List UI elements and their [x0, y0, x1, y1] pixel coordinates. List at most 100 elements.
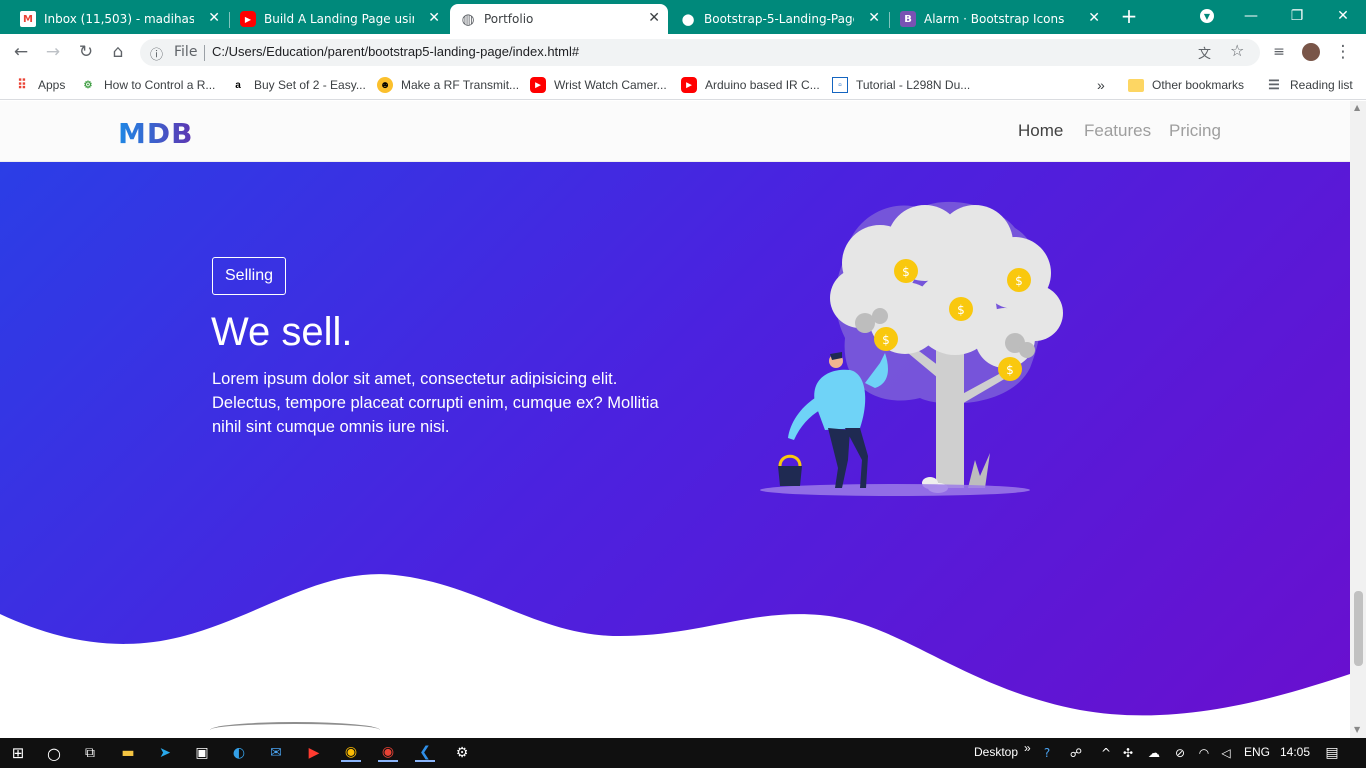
tab-youtube-landing[interactable]: ▶ Build A Landing Page using B ✕: [230, 4, 448, 34]
scroll-up-icon[interactable]: ▲: [1354, 103, 1360, 112]
reading-list-label: Reading list: [1290, 78, 1353, 92]
tray-app-icon[interactable]: ✣: [1118, 744, 1138, 762]
back-icon[interactable]: ←: [10, 41, 32, 63]
telegram-icon[interactable]: ➤: [155, 744, 175, 762]
bookmark-label: Apps: [38, 78, 66, 92]
youtube-icon: ▶: [681, 77, 697, 93]
other-bookmarks[interactable]: Other bookmarks: [1128, 76, 1244, 94]
file-explorer-icon[interactable]: ▬: [118, 744, 138, 762]
web-page-viewport: MDB Home Features Pricing Selling We sel…: [0, 101, 1350, 738]
chrome-secondary-icon[interactable]: ◉: [378, 744, 398, 762]
instructables-icon: ☻: [377, 77, 393, 93]
tab-bootstrap-icons[interactable]: B Alarm · Bootstrap Icons ✕: [890, 4, 1108, 34]
restore-button[interactable]: ❐: [1274, 0, 1320, 32]
bookmark-label: Arduino based IR C...: [705, 78, 820, 92]
tab-title: Alarm · Bootstrap Icons: [924, 12, 1065, 26]
close-icon[interactable]: ✕: [648, 10, 660, 26]
translate-icon[interactable]: 文: [1198, 43, 1211, 62]
tab-gmail[interactable]: M Inbox (11,503) - madihashaikh ✕: [10, 4, 228, 34]
wave-divider: [0, 574, 1350, 738]
mail-icon[interactable]: ✉: [266, 744, 286, 762]
bookmarks-overflow-button[interactable]: »: [1097, 76, 1105, 94]
hero-section: Selling We sell. Lorem ipsum dolor sit a…: [0, 162, 1350, 738]
star-icon[interactable]: ☆: [1230, 41, 1244, 60]
bookmark-label: How to Control a R...: [104, 78, 216, 92]
task-view-icon[interactable]: ⧉: [80, 744, 100, 762]
site-logo[interactable]: MDB: [118, 117, 193, 150]
address-divider: [204, 45, 205, 61]
globe-icon: ◍: [461, 10, 475, 28]
network-off-icon[interactable]: ⊘: [1170, 744, 1190, 762]
site-navbar: MDB Home Features Pricing: [0, 101, 1350, 162]
address-bar[interactable]: ⓘ File C:/Users/Education/parent/bootstr…: [140, 39, 1260, 66]
bookmark-label: Make a RF Transmit...: [401, 78, 520, 92]
bookmark-item[interactable]: ▫ Tutorial - L298N Du...: [832, 76, 970, 94]
next-section-heading-fragment: [210, 722, 380, 738]
tab-portfolio[interactable]: ◍ Portfolio ✕: [450, 4, 668, 34]
bookmark-item[interactable]: ▶ Arduino based IR C...: [681, 76, 820, 94]
close-icon[interactable]: ✕: [428, 10, 440, 26]
minimize-button[interactable]: —: [1228, 0, 1274, 32]
search-icon[interactable]: ○: [44, 744, 64, 763]
close-window-button[interactable]: ✕: [1320, 0, 1366, 32]
new-tab-button[interactable]: +: [1110, 0, 1148, 32]
chrome-icon[interactable]: ◉: [341, 744, 361, 762]
people-icon[interactable]: ☍: [1066, 744, 1086, 762]
scrollbar-thumb[interactable]: [1354, 591, 1363, 666]
profile-avatar[interactable]: [1300, 41, 1322, 63]
bookmark-apps[interactable]: ⠿ Apps: [14, 76, 65, 94]
tab-title: Build A Landing Page using B: [264, 12, 414, 26]
home-icon[interactable]: ⌂: [107, 41, 129, 63]
clock[interactable]: 14:05: [1280, 745, 1310, 759]
nav-features[interactable]: Features: [1084, 121, 1151, 141]
notifications-icon[interactable]: ▤: [1322, 744, 1342, 762]
media-player-icon[interactable]: ▶: [304, 744, 324, 762]
bookmark-item[interactable]: a Buy Set of 2 - Easy...: [230, 76, 366, 94]
info-icon[interactable]: ⓘ: [150, 44, 163, 63]
nav-home[interactable]: Home: [1018, 121, 1063, 141]
scroll-down-icon[interactable]: ▼: [1354, 725, 1360, 734]
vscode-icon[interactable]: ❮: [415, 744, 435, 762]
store-icon[interactable]: ▣: [192, 744, 212, 762]
bookmark-item[interactable]: ▶ Wrist Watch Camer...: [530, 76, 667, 94]
menu-kebab-icon[interactable]: ⋮: [1332, 41, 1354, 63]
youtube-icon: ▶: [530, 77, 546, 93]
bootstrap-icon: B: [900, 11, 916, 27]
tab-title: Bootstrap-5-Landing-Page-Te: [704, 12, 854, 26]
chevron-up-icon[interactable]: ^: [1096, 744, 1116, 762]
reload-icon[interactable]: ↻: [75, 41, 97, 63]
close-icon[interactable]: ✕: [868, 10, 880, 26]
windows-start-icon[interactable]: ⊞: [8, 744, 28, 762]
settings-gear-icon[interactable]: ⚙: [452, 744, 472, 762]
wifi-icon[interactable]: ◠: [1194, 744, 1214, 762]
desktop-toolbar-label[interactable]: Desktop: [974, 745, 1018, 759]
reading-list[interactable]: ☰ Reading list: [1266, 76, 1353, 94]
help-icon[interactable]: ?: [1037, 744, 1057, 762]
cloud-icon[interactable]: ☁: [1144, 744, 1164, 762]
url-text[interactable]: C:/Users/Education/parent/bootstrap5-lan…: [212, 44, 579, 59]
toolbar-chevron[interactable]: »: [1024, 741, 1031, 755]
close-icon[interactable]: ✕: [208, 10, 220, 26]
tab-search-button[interactable]: ▼: [1192, 0, 1222, 32]
amazon-icon: a: [235, 79, 241, 91]
other-bookmarks-label: Other bookmarks: [1152, 78, 1245, 92]
close-icon[interactable]: ✕: [1088, 10, 1100, 26]
volume-icon[interactable]: ◁: [1216, 744, 1236, 762]
folder-icon: [1128, 78, 1144, 92]
chevron-down-icon: ▼: [1200, 9, 1214, 23]
bookmark-item[interactable]: ☻ Make a RF Transmit...: [377, 76, 519, 94]
scheme-label: File: [174, 44, 198, 60]
language-indicator[interactable]: ENG: [1244, 745, 1270, 759]
edge-icon[interactable]: ◐: [229, 744, 249, 762]
gmail-icon: M: [20, 11, 36, 27]
bookmark-label: Buy Set of 2 - Easy...: [254, 78, 366, 92]
tab-github[interactable]: ● Bootstrap-5-Landing-Page-Te ✕: [670, 4, 888, 34]
media-control-icon[interactable]: ≡: [1268, 41, 1290, 63]
nav-pricing[interactable]: Pricing: [1169, 121, 1221, 141]
tab-title: Inbox (11,503) - madihashaikh: [44, 12, 194, 26]
browser-tab-strip: M Inbox (11,503) - madihashaikh ✕ ▶ Buil…: [0, 0, 1366, 34]
youtube-icon: ▶: [240, 11, 256, 27]
page-scrollbar[interactable]: ▲ ▼: [1350, 101, 1366, 738]
bookmark-item[interactable]: ⚙ How to Control a R...: [80, 76, 216, 94]
forward-icon[interactable]: →: [42, 41, 64, 63]
